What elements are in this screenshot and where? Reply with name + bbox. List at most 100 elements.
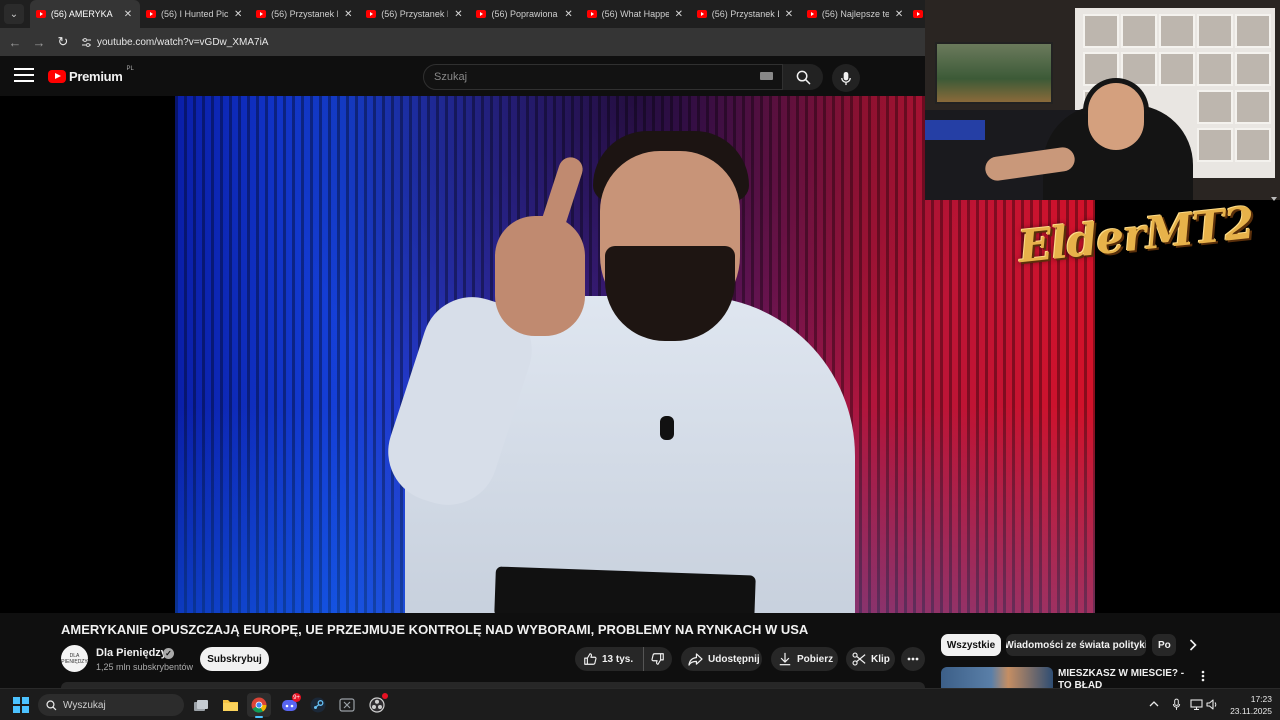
browser-tab[interactable]: (56) Najlepsze tele ✕ <box>801 0 911 28</box>
share-button[interactable]: Udostępnij <box>681 647 762 671</box>
youtube-logo[interactable]: Premium PL <box>48 65 134 84</box>
chip-politics[interactable]: Wiadomości ze świata polityki <box>1006 634 1146 656</box>
close-icon[interactable]: ✕ <box>563 9 575 20</box>
url-text: youtube.com/watch?v=vGDw_XMA7iA <box>97 36 269 48</box>
like-button[interactable]: 13 tys. <box>575 647 645 671</box>
tab-search-button[interactable]: ⌄ <box>4 4 24 24</box>
browser-tab[interactable]: (56) AMERYKA ✕ <box>29 0 140 28</box>
close-icon[interactable]: ✕ <box>893 9 905 20</box>
browser-tab[interactable]: (56) Poprawiona w ✕ <box>470 0 580 28</box>
chip-all[interactable]: Wszystkie <box>941 634 1001 656</box>
site-info-icon[interactable] <box>79 35 93 49</box>
clip-button[interactable]: Klip <box>846 647 895 671</box>
recommended-title[interactable]: MIESZKASZ W MIEŚCIE? - TO BŁĄD <box>1058 668 1193 688</box>
logo-text: Premium <box>69 69 123 84</box>
close-icon[interactable]: ✕ <box>783 9 795 20</box>
search-icon <box>796 70 810 84</box>
more-vertical-icon[interactable] <box>1196 668 1210 684</box>
subscribe-button[interactable]: Subskrybuj <box>200 647 269 671</box>
dislike-button[interactable] <box>644 652 672 666</box>
like-count: 13 tys. <box>602 653 634 665</box>
monitor-glow <box>925 120 985 140</box>
steam-icon[interactable] <box>306 693 330 717</box>
discord-badge: 9+ <box>292 693 301 702</box>
youtube-play-icon <box>48 70 66 83</box>
microphone-icon[interactable] <box>1169 697 1183 711</box>
task-view-icon[interactable] <box>189 693 213 717</box>
browser-tab[interactable]: (56) What Happen ✕ <box>581 0 691 28</box>
tab-label: (56) AMERYKA <box>50 9 113 19</box>
webcam-overlay <box>925 0 1280 200</box>
clock-date: 23.11.2025 <box>1230 706 1272 716</box>
recommended-thumbnail[interactable] <box>941 667 1053 689</box>
taskbar-search-label: Wyszukaj <box>63 699 106 711</box>
clipboard <box>494 566 756 613</box>
thumbs-up-icon <box>584 653 597 665</box>
browser-tab-partial[interactable] <box>911 0 925 28</box>
youtube-favicon-icon <box>145 10 156 18</box>
menu-icon[interactable] <box>14 68 34 84</box>
presenter-hand <box>495 216 585 336</box>
close-icon[interactable]: ✕ <box>342 9 354 20</box>
browser-tab[interactable]: (56) Przystanek Lu ✕ <box>360 0 470 28</box>
logo-country-code: PL <box>126 65 134 72</box>
voice-search-button[interactable] <box>832 64 860 92</box>
windows-taskbar: Wyszukaj 9+ 17:23 23.11.2025 <box>0 688 1280 720</box>
tab-label: (56) Przystanek Lu <box>271 9 338 19</box>
browser-tab[interactable]: (56) Przystanek Lu ✕ <box>250 0 360 28</box>
search-icon <box>46 699 57 710</box>
lapel-microphone <box>660 416 674 440</box>
close-icon[interactable]: ✕ <box>452 9 464 20</box>
tab-label: (56) I Hunted Pick <box>160 9 229 19</box>
more-actions-button[interactable] <box>901 647 925 671</box>
channel-name[interactable]: Dla Pieniędzy <box>96 647 167 659</box>
like-dislike-group: 13 tys. <box>575 647 672 671</box>
search-input[interactable]: Szukaj <box>423 64 783 90</box>
channel-avatar[interactable]: DLA PIENIĘDZY <box>61 645 88 672</box>
back-arrow-icon[interactable]: ← <box>3 30 27 54</box>
obs-icon[interactable] <box>365 693 389 717</box>
system-clock[interactable]: 17:23 23.11.2025 <box>1220 693 1272 717</box>
subscriber-count: 1,25 mln subskrybentów <box>96 662 194 672</box>
network-icon[interactable] <box>1189 697 1203 711</box>
close-icon[interactable]: ✕ <box>673 9 685 20</box>
verified-icon: ✓ <box>163 648 174 659</box>
chip-partial[interactable]: Po <box>1152 634 1176 656</box>
chevron-right-icon[interactable] <box>1184 636 1202 654</box>
clip-label: Klip <box>871 653 890 665</box>
windows-start-icon[interactable] <box>13 697 29 713</box>
scissors-icon <box>852 652 866 666</box>
tab-label: (56) Przystanek Lu <box>711 9 779 19</box>
youtube-favicon-icon <box>35 10 46 18</box>
keyboard-icon[interactable] <box>760 72 773 80</box>
file-explorer-icon[interactable] <box>218 693 242 717</box>
browser-tab[interactable]: (56) I Hunted Pick ✕ <box>140 0 250 28</box>
download-button[interactable]: Pobierz <box>771 647 838 671</box>
youtube-header: Premium PL Szukaj <box>0 56 925 96</box>
obs-recording-dot <box>382 693 388 699</box>
close-icon[interactable]: ✕ <box>122 9 134 20</box>
thumbs-down-icon <box>651 653 664 665</box>
browser-tab[interactable]: (56) Przystanek Lu ✕ <box>691 0 801 28</box>
tab-label: (56) Poprawiona w <box>491 9 558 19</box>
search-button[interactable] <box>783 64 823 90</box>
close-icon[interactable]: ✕ <box>232 9 244 20</box>
forward-arrow-icon[interactable]: → <box>27 30 51 54</box>
youtube-favicon-icon <box>366 10 377 18</box>
taskbar-search[interactable]: Wyszukaj <box>38 694 184 716</box>
download-label: Pobierz <box>797 653 834 665</box>
chrome-icon[interactable] <box>247 693 271 718</box>
discord-icon[interactable]: 9+ <box>277 693 301 717</box>
youtube-favicon-icon <box>913 10 924 18</box>
download-icon <box>779 652 791 666</box>
tab-label: (56) Najlepsze tele <box>821 9 890 19</box>
reload-icon[interactable]: ↻ <box>51 30 75 54</box>
volume-icon[interactable] <box>1205 697 1219 711</box>
caret-down-icon <box>1271 197 1277 201</box>
youtube-favicon-icon <box>586 10 597 18</box>
chevron-up-icon[interactable] <box>1147 697 1161 711</box>
xbox-app-icon[interactable] <box>335 693 359 717</box>
more-horizontal-icon <box>907 657 919 661</box>
youtube-favicon-icon <box>476 10 487 18</box>
address-bar[interactable]: youtube.com/watch?v=vGDw_XMA7iA <box>79 31 909 53</box>
